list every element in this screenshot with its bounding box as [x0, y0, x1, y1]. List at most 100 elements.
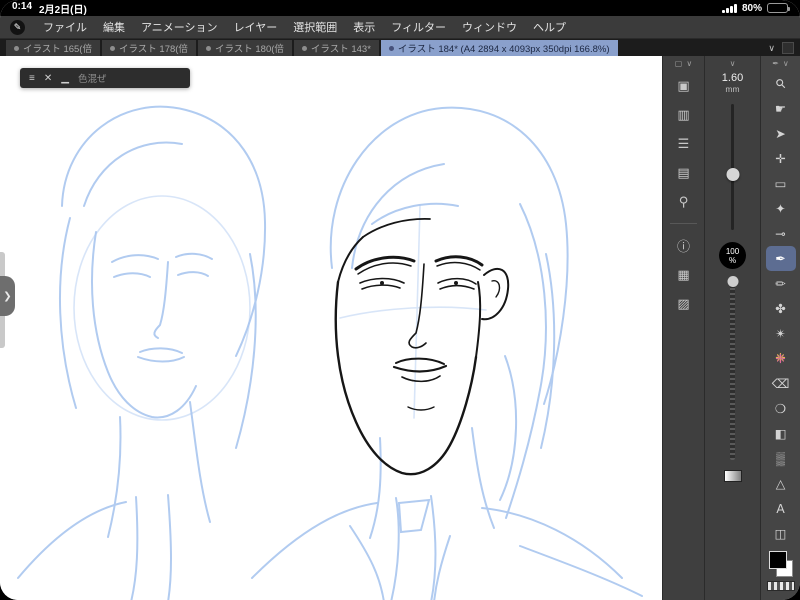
clock-time: 0:14: [12, 0, 33, 12]
tab-illust-184-active[interactable]: イラスト 184* (A4 2894 x 4093px 350dpi 166.8…: [380, 40, 618, 56]
tab-overflow-chevron-icon[interactable]: ∨: [768, 43, 775, 54]
zoom-tool[interactable]: ⚲: [761, 71, 800, 96]
artwork-sketch[interactable]: [0, 56, 662, 600]
collapse-chevron-icon: ∨: [686, 59, 693, 68]
brush-settings-panel-icon[interactable]: ▤: [663, 158, 704, 187]
tab-label: イラスト 184* (A4 2894 x 4093px 350dpi 166.8…: [397, 44, 610, 55]
ios-status-bar: 0:14 2月2日(日) 80%: [0, 0, 800, 16]
tab-illust-165[interactable]: イラスト 165(倍: [6, 40, 100, 56]
battery-percent: 80%: [741, 2, 762, 14]
opacity-slider[interactable]: [727, 276, 738, 460]
brush-size-unit: mm: [725, 84, 740, 94]
brush-size-slider[interactable]: [726, 104, 739, 230]
tab-label: イラスト 178(倍: [118, 44, 188, 55]
color-set-panel-icon[interactable]: ▦: [663, 260, 704, 289]
blend-tool[interactable]: ❍: [761, 396, 800, 421]
palette-title: 色混ぜ: [77, 74, 107, 85]
eraser-tool[interactable]: ⌫: [761, 371, 800, 396]
menu-selection[interactable]: 選択範囲: [285, 19, 345, 35]
brush-tool[interactable]: ✤: [761, 296, 800, 321]
sub-view-panel-icon[interactable]: ▥: [663, 100, 704, 129]
tab-status-dot: [301, 45, 307, 51]
pen-mini-icon: ✒: [772, 59, 779, 68]
brush-slider-strip: ∨ 1.60 mm 100 %: [704, 56, 760, 600]
brush-size-value[interactable]: 1.60 mm: [722, 73, 743, 95]
pen-tool[interactable]: ✒: [765, 246, 796, 271]
slider-strip-header[interactable]: ∨: [705, 56, 760, 71]
eyedropper-tool[interactable]: ⊸: [761, 221, 800, 246]
collapse-chevron-icon: ∨: [782, 59, 789, 68]
decoration-tool[interactable]: ❈: [761, 346, 800, 371]
collapse-chevron-icon: ∨: [729, 59, 736, 68]
move-view-tool[interactable]: ☛: [761, 96, 800, 121]
zoom-tool-icon: ⚲: [772, 75, 790, 93]
menu-filter[interactable]: フィルター: [383, 19, 454, 35]
palette-strip-header[interactable]: ▢ ∨: [663, 56, 704, 71]
operate-tool[interactable]: ➤: [761, 121, 800, 146]
clip-studio-logo[interactable]: ✎: [10, 19, 25, 35]
tab-label: イラスト 143*: [310, 44, 371, 55]
tool-strip-header[interactable]: ✒ ∨: [761, 56, 800, 71]
menu-edit[interactable]: 編集: [95, 19, 133, 35]
tab-status-dot: [109, 45, 115, 51]
tab-label: イラスト 165(倍: [23, 44, 92, 55]
tool-property-panel-icon[interactable]: ☰: [663, 129, 704, 158]
text-tool[interactable]: A: [761, 496, 800, 521]
menu-window[interactable]: ウィンドウ: [454, 19, 525, 35]
tab-status-dot: [205, 45, 211, 51]
right-dock: ▢ ∨ ▣ ▥ ☰ ▤ ⚲ ⓘ ▦ ▨ ∨ 1.60 mm 100 % ✒ ∨ …: [662, 56, 800, 600]
material-panel-icon[interactable]: ▨: [663, 289, 704, 318]
palette-icon-strip: ▢ ∨ ▣ ▥ ☰ ▤ ⚲ ⓘ ▦ ▨: [662, 56, 704, 600]
menu-animation[interactable]: アニメーション: [133, 19, 226, 35]
auto-select-tool[interactable]: ✦: [761, 196, 800, 221]
opacity-unit: %: [728, 255, 737, 265]
clip-studio-paint-app: 0:14 2月2日(日) 80% ✎ ファイル 編集 アニメーション レイヤー …: [0, 0, 800, 600]
palette-menu-icon[interactable]: ≡: [29, 73, 35, 84]
battery-icon: [767, 3, 790, 13]
frame-tool[interactable]: ◫: [761, 521, 800, 546]
clock-date: 2月2日(日): [39, 4, 87, 16]
tab-illust-180[interactable]: イラスト 180(倍: [197, 40, 292, 56]
divider: [669, 223, 698, 224]
tab-list-button[interactable]: [782, 42, 794, 54]
tab-label: イラスト 180(倍: [214, 44, 284, 55]
menu-bar: ✎ ファイル 編集 アニメーション レイヤー 選択範囲 表示 フィルター ウィン…: [0, 16, 800, 39]
figure-tool[interactable]: △: [761, 471, 800, 496]
document-tab-bar: イラスト 165(倍 イラスト 178(倍 イラスト 180(倍 イラスト 14…: [0, 39, 800, 56]
pencil-tool[interactable]: ✏: [761, 271, 800, 296]
sidebar-pull-handle[interactable]: ❯: [0, 276, 15, 316]
cellular-signal-icon: [722, 3, 737, 13]
airbrush-tool[interactable]: ✴: [761, 321, 800, 346]
brush-size-slider-knob[interactable]: [726, 168, 739, 181]
opacity-number: 100: [725, 246, 740, 256]
canvas-area[interactable]: ≡ ✕ ▁ 色混ぜ ❯: [0, 56, 662, 600]
sub-tool-detail-panel-icon[interactable]: ⚲: [663, 187, 704, 216]
tab-status-dot: [388, 45, 394, 51]
color-history-strip[interactable]: [766, 581, 795, 591]
main-color-swatch[interactable]: [768, 551, 787, 569]
opacity-value-badge[interactable]: 100 %: [719, 242, 746, 269]
brush-size-number: 1.60: [721, 72, 744, 84]
tab-illust-178[interactable]: イラスト 178(倍: [101, 40, 196, 56]
menu-help[interactable]: ヘルプ: [525, 19, 574, 35]
gradient-tool[interactable]: ▒: [761, 446, 800, 471]
tab-status-dot: [14, 45, 19, 51]
menu-view[interactable]: 表示: [345, 19, 383, 35]
layer-move-tool[interactable]: ✛: [761, 146, 800, 171]
canvas-thumbnail-panel-icon[interactable]: ▣: [663, 71, 704, 100]
gradient-preview-chip[interactable]: [723, 470, 742, 482]
color-swatches: [768, 551, 794, 577]
chevron-right-icon: ❯: [3, 290, 12, 302]
menu-file[interactable]: ファイル: [35, 19, 95, 35]
menu-layer[interactable]: レイヤー: [226, 19, 286, 35]
tool-strip: ✒ ∨ ⚲ ☛ ➤ ✛ ▭ ✦ ⊸ ✒ ✏ ✤ ✴ ❈ ⌫ ❍ ◧ ▒ △ A …: [760, 56, 800, 600]
panel-box-icon: ▢: [674, 59, 683, 68]
tab-illust-143[interactable]: イラスト 143*: [293, 40, 379, 56]
palette-minimize-icon[interactable]: ▁: [61, 73, 69, 84]
info-panel-icon[interactable]: ⓘ: [663, 231, 704, 260]
color-blend-palette-bar[interactable]: ≡ ✕ ▁ 色混ぜ: [20, 68, 190, 88]
opacity-slider-knob[interactable]: [727, 276, 738, 287]
palette-close-icon[interactable]: ✕: [44, 73, 52, 84]
fill-tool[interactable]: ◧: [761, 421, 800, 446]
selection-tool[interactable]: ▭: [761, 171, 800, 196]
